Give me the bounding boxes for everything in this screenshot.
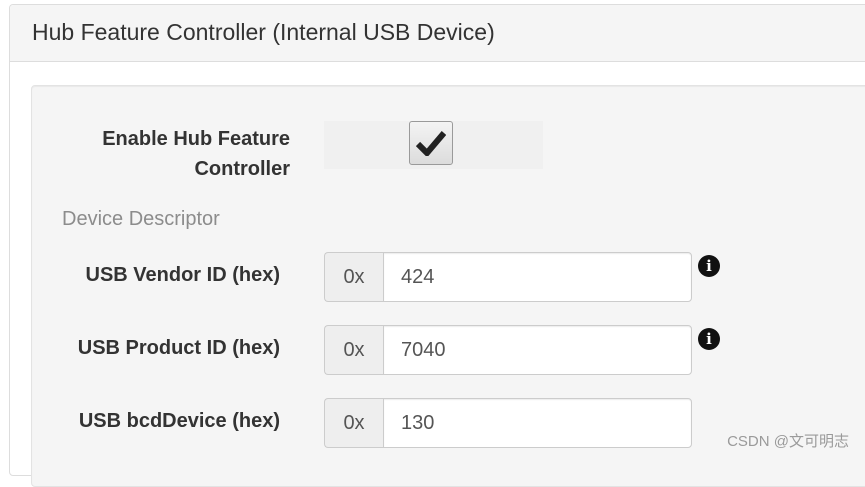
settings-form: Enable Hub Feature Controller Device Des… xyxy=(31,85,865,487)
hex-prefix-addon: 0x xyxy=(324,252,383,302)
enable-hub-feature-controller-label: Enable Hub Feature Controller xyxy=(62,124,290,184)
usb-bcddevice-input[interactable] xyxy=(383,398,692,448)
hub-feature-controller-panel: Hub Feature Controller (Internal USB Dev… xyxy=(9,4,865,476)
usb-vendor-id-label: USB Vendor ID (hex) xyxy=(52,260,280,290)
usb-product-id-input[interactable] xyxy=(383,325,692,375)
watermark: CSDN @文可明志 xyxy=(727,430,849,451)
panel-heading: Hub Feature Controller (Internal USB Dev… xyxy=(10,5,865,62)
device-descriptor-section-title: Device Descriptor xyxy=(62,208,220,231)
checkmark-icon xyxy=(416,130,446,156)
panel-title: Hub Feature Controller (Internal USB Dev… xyxy=(32,19,495,46)
usb-vendor-id-input-group: 0x xyxy=(324,252,674,302)
usb-product-id-input-group: 0x xyxy=(324,325,674,375)
info-icon[interactable]: i xyxy=(698,328,720,350)
info-icon[interactable]: i xyxy=(698,255,720,277)
usb-product-id-label: USB Product ID (hex) xyxy=(52,333,280,363)
hex-prefix-addon: 0x xyxy=(324,325,383,375)
usb-vendor-id-input[interactable] xyxy=(383,252,692,302)
checkbox-container xyxy=(324,121,543,169)
usb-bcddevice-input-group: 0x xyxy=(324,398,674,448)
enable-hub-feature-controller-checkbox[interactable] xyxy=(409,121,453,165)
hex-prefix-addon: 0x xyxy=(324,398,383,448)
usb-bcddevice-label: USB bcdDevice (hex) xyxy=(52,406,280,436)
